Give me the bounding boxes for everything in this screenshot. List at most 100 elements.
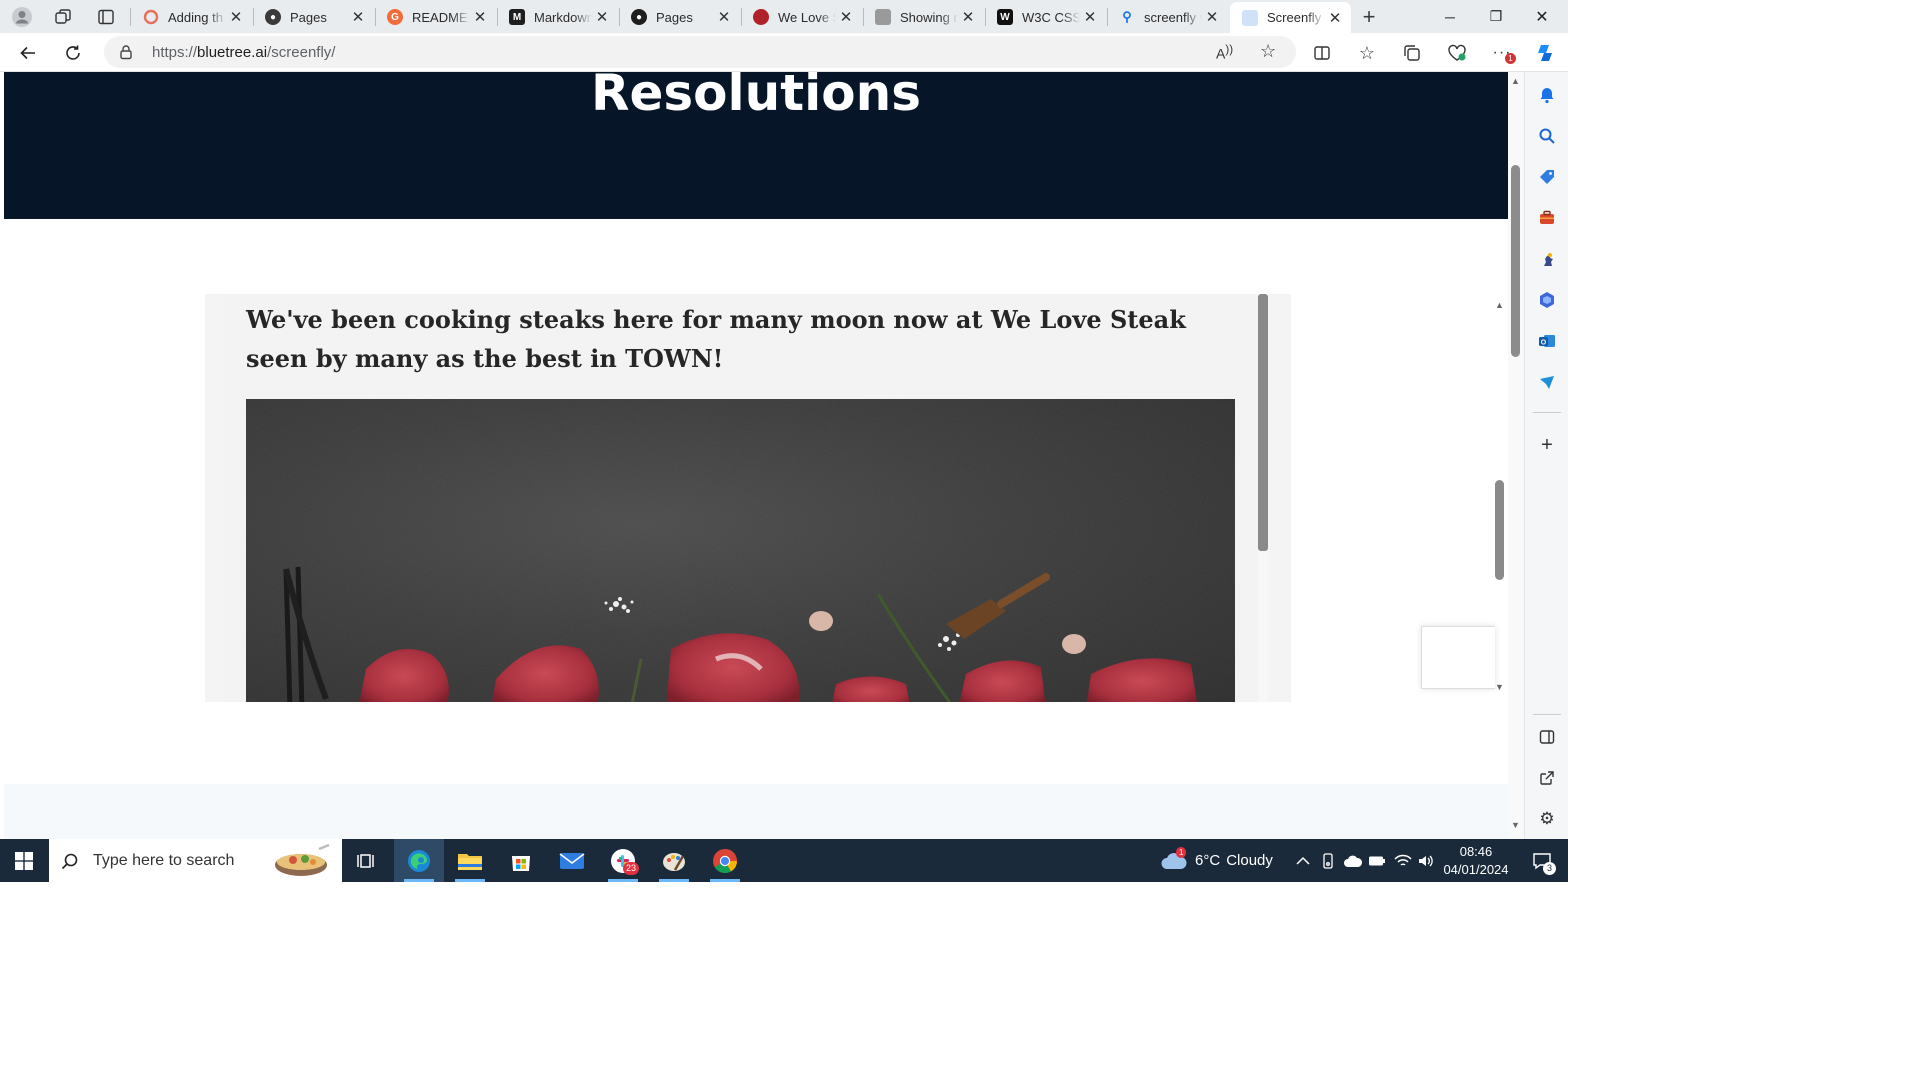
- notification-count: 3: [1543, 862, 1557, 875]
- battery-icon[interactable]: [1368, 839, 1386, 882]
- scroll-down-arrow-icon[interactable]: ▼: [1495, 682, 1504, 692]
- workspaces-icon[interactable]: [50, 4, 76, 30]
- floating-widget[interactable]: [1421, 626, 1495, 689]
- tab-9[interactable]: ⚲ screenfly v ✕: [1107, 2, 1228, 32]
- close-icon[interactable]: ✕: [592, 8, 612, 26]
- close-window-icon[interactable]: ✕: [1519, 0, 1565, 33]
- tab-1[interactable]: Adding th ✕: [131, 2, 252, 32]
- close-icon[interactable]: ✕: [470, 8, 490, 26]
- close-icon[interactable]: ✕: [1325, 9, 1345, 27]
- restore-icon[interactable]: ❐: [1473, 0, 1519, 33]
- new-tab-icon[interactable]: +: [1356, 4, 1382, 30]
- preview-scrollbar-thumb[interactable]: [1258, 294, 1268, 551]
- tab-5[interactable]: ● Pages ✕: [619, 2, 740, 32]
- close-icon[interactable]: ✕: [226, 8, 246, 26]
- start-button[interactable]: [0, 839, 48, 882]
- favorites-icon[interactable]: ☆: [1353, 39, 1381, 67]
- scroll-up-arrow-icon[interactable]: ▲: [1511, 76, 1520, 86]
- search-placeholder: Type here to search: [93, 851, 235, 869]
- browser-essentials-icon[interactable]: [1443, 39, 1471, 67]
- notification-center-icon[interactable]: 3: [1522, 839, 1562, 882]
- collections-icon[interactable]: [1398, 39, 1426, 67]
- tab-active[interactable]: Screenfly ✕: [1230, 2, 1351, 33]
- loading-ring-icon: [143, 9, 159, 25]
- device-icon[interactable]: [1321, 839, 1335, 882]
- page-scrollbar-thumb[interactable]: [1511, 165, 1520, 357]
- tab-6[interactable]: We Love S ✕: [741, 2, 862, 32]
- games-chess-icon[interactable]: [1534, 246, 1560, 272]
- steak-photo: [246, 399, 1235, 702]
- wifi-icon[interactable]: [1394, 839, 1412, 882]
- tab-7[interactable]: Showing r ✕: [863, 2, 984, 32]
- microsoft-store-icon[interactable]: [496, 839, 546, 882]
- url-field[interactable]: https://bluetree.ai/screenfly/ A)) ☆: [104, 36, 1296, 68]
- scroll-down-arrow-icon[interactable]: ▼: [1511, 820, 1520, 830]
- outer-frame-scroll-thumb[interactable]: [1495, 480, 1504, 580]
- close-icon[interactable]: ✕: [1080, 8, 1100, 26]
- tab-2[interactable]: ● Pages ✕: [253, 2, 374, 32]
- tab-title: Pages: [290, 9, 327, 25]
- chrome-icon[interactable]: [700, 839, 750, 882]
- page-scrollbar[interactable]: ▲ ▼: [1508, 72, 1524, 839]
- open-external-icon[interactable]: [1534, 765, 1560, 791]
- tools-briefcase-icon[interactable]: [1534, 205, 1560, 231]
- read-aloud-icon[interactable]: A)): [1216, 43, 1233, 62]
- paint-icon[interactable]: [649, 839, 699, 882]
- notifications-bell-icon[interactable]: [1534, 82, 1560, 108]
- w3c-icon: W: [997, 9, 1013, 25]
- windows-logo-icon: [15, 851, 33, 870]
- url-text: https://bluetree.ai/screenfly/: [152, 44, 336, 61]
- tab-3[interactable]: G README.m ✕: [375, 2, 496, 32]
- outlook-icon[interactable]: O: [1534, 328, 1560, 354]
- close-icon[interactable]: ✕: [1202, 8, 1222, 26]
- close-icon[interactable]: ✕: [958, 8, 978, 26]
- mail-icon[interactable]: [547, 839, 597, 882]
- close-icon[interactable]: ✕: [714, 8, 734, 26]
- shopping-tag-icon[interactable]: [1534, 164, 1560, 190]
- scroll-up-arrow-icon[interactable]: ▲: [1495, 300, 1504, 310]
- split-screen-icon[interactable]: [1308, 39, 1336, 67]
- copilot-icon[interactable]: [1531, 39, 1559, 67]
- minimize-icon[interactable]: ─: [1427, 0, 1473, 33]
- clock[interactable]: 08:46 04/01/2024: [1440, 839, 1512, 882]
- tab-title: Adding th: [168, 9, 223, 25]
- close-icon[interactable]: ✕: [348, 8, 368, 26]
- onedrive-cloud-icon[interactable]: [1343, 839, 1363, 882]
- taskbar-search-box[interactable]: Type here to search: [49, 839, 342, 882]
- profile-icon[interactable]: [9, 4, 35, 30]
- hero-banner: Resolutions: [4, 72, 1508, 219]
- tab-title: W3C CSS: [1022, 9, 1080, 25]
- close-icon[interactable]: ✕: [836, 8, 856, 26]
- taskbar-edge-icon[interactable]: [394, 839, 444, 882]
- volume-icon[interactable]: [1417, 839, 1435, 882]
- search-icon: [61, 852, 79, 870]
- weather-widget[interactable]: 1 6°C Cloudy: [1160, 839, 1273, 882]
- sidebar-panel-icon[interactable]: [1534, 724, 1560, 750]
- send-icon[interactable]: [1534, 369, 1560, 395]
- device-preview-frame: We've been cooking steaks here for many …: [205, 294, 1291, 702]
- refresh-icon[interactable]: [59, 39, 87, 67]
- task-view-icon[interactable]: [342, 839, 392, 882]
- github-icon: ●: [265, 9, 281, 25]
- search-icon: ⚲: [1122, 9, 1132, 24]
- lock-icon[interactable]: [118, 44, 134, 65]
- page-viewport: Resolutions We've been cooking steaks he…: [4, 72, 1508, 839]
- microsoft-365-icon[interactable]: [1534, 287, 1560, 313]
- address-bar: https://bluetree.ai/screenfly/ A)) ☆ ☆ ·…: [0, 33, 1568, 72]
- add-icon[interactable]: +: [1534, 432, 1560, 458]
- hero-title: Resolutions: [590, 72, 921, 122]
- search-highlight-illustration: [271, 843, 331, 882]
- search-icon[interactable]: [1534, 123, 1560, 149]
- tab-8[interactable]: W W3C CSS ✕: [985, 2, 1106, 32]
- slack-icon[interactable]: 23: [598, 839, 648, 882]
- settings-gear-icon[interactable]: ⚙: [1534, 806, 1560, 832]
- steak-icon: [753, 9, 769, 25]
- more-menu-icon[interactable]: ··· 1: [1488, 39, 1516, 67]
- clock-time: 08:46: [1459, 843, 1493, 859]
- favorite-star-icon[interactable]: ☆: [1260, 41, 1276, 62]
- back-icon[interactable]: [14, 39, 42, 67]
- tab-4[interactable]: M Markdown ✕: [497, 2, 618, 32]
- file-explorer-icon[interactable]: [445, 839, 495, 882]
- tab-actions-icon[interactable]: [93, 4, 119, 30]
- show-hidden-icons-chevron-icon[interactable]: [1296, 839, 1310, 882]
